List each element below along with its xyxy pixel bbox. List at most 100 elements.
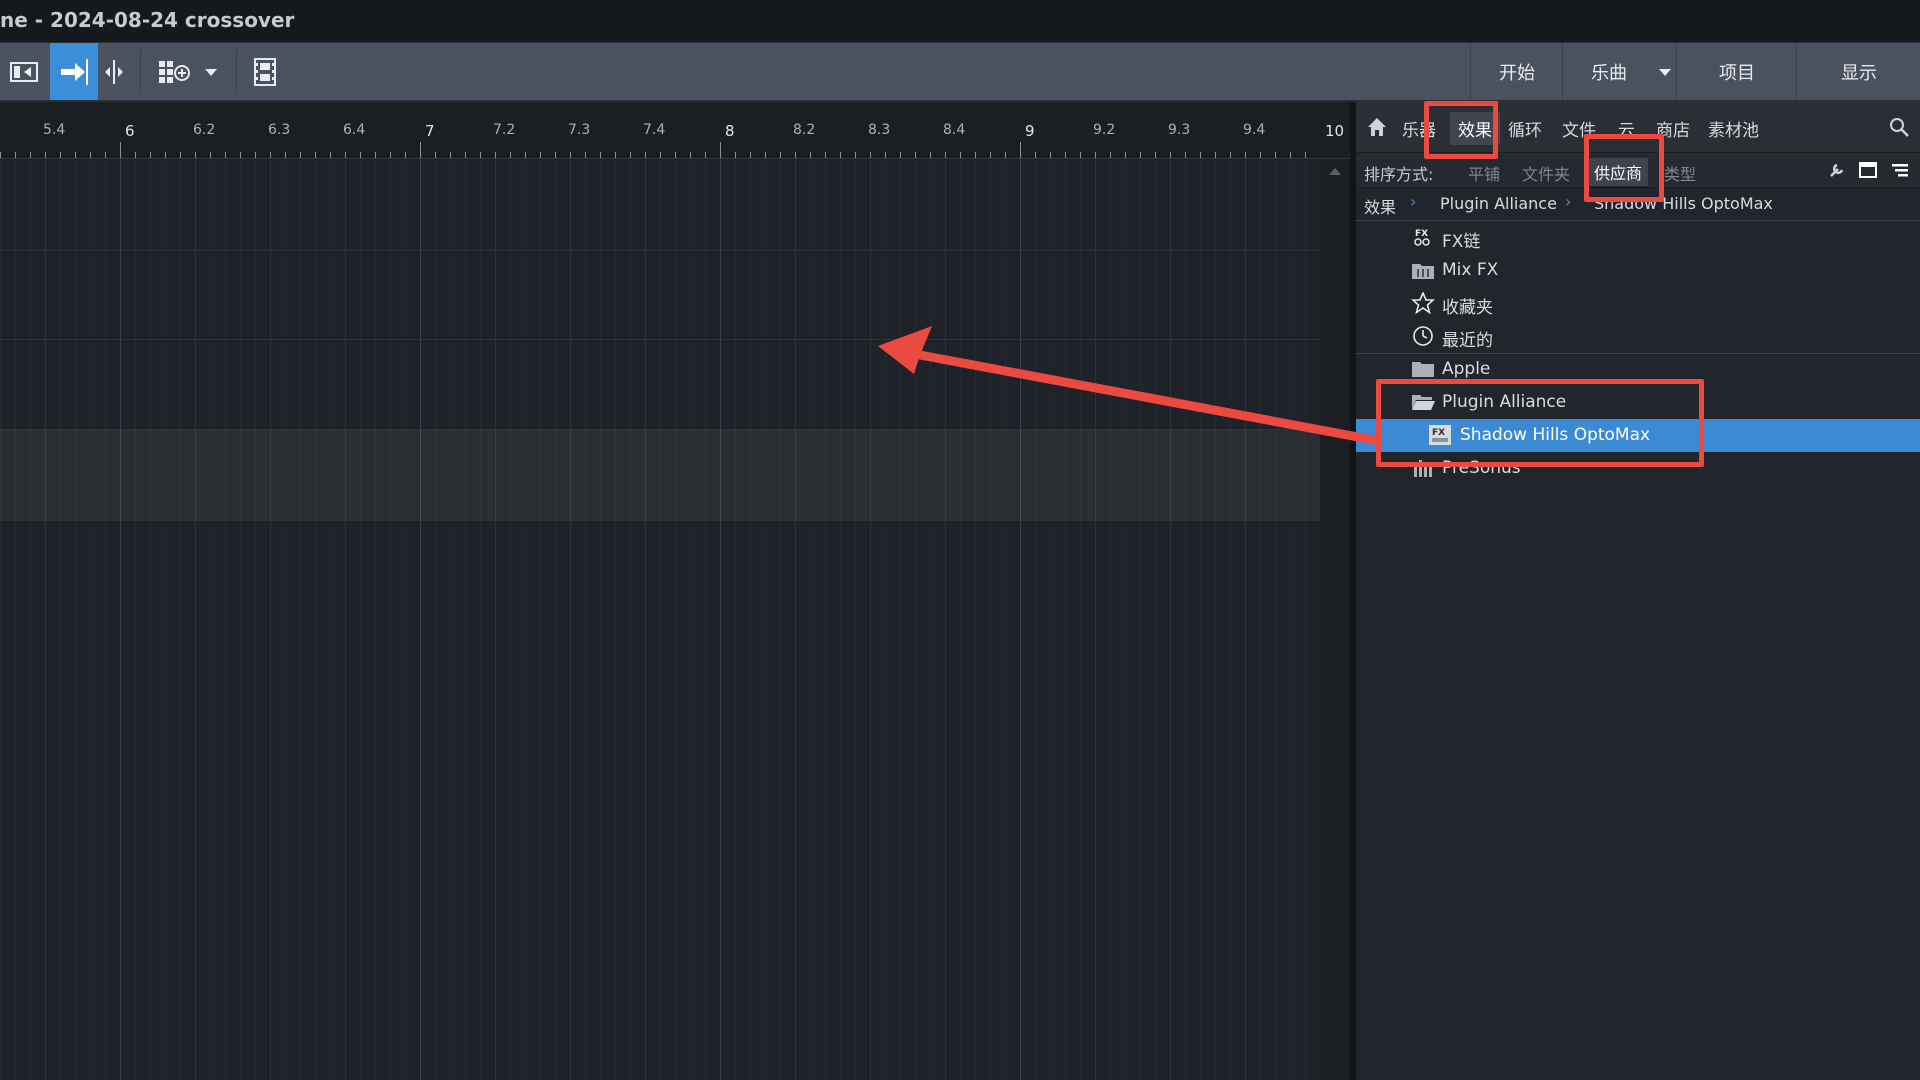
- track-list-button[interactable]: [0, 43, 48, 100]
- search-icon[interactable]: [1888, 116, 1910, 138]
- ruler-tick: [1140, 152, 1141, 158]
- song-dropdown-button[interactable]: [1654, 43, 1676, 100]
- sort-flat[interactable]: 平铺: [1468, 161, 1500, 185]
- window-title: ne - 2024-08-24 crossover: [0, 8, 295, 32]
- ruler-tick: [1230, 152, 1231, 158]
- window-icon[interactable]: [1858, 161, 1878, 179]
- tree-item-mix-fx[interactable]: Mix FX: [1356, 254, 1920, 287]
- ruler-tick: [1155, 152, 1156, 158]
- grid-line: [1140, 159, 1141, 1080]
- ruler-tick: [495, 152, 496, 158]
- tree-item-recent[interactable]: 最近的: [1356, 320, 1920, 354]
- sort-type[interactable]: 类型: [1664, 161, 1696, 185]
- grid-line: [405, 159, 406, 1080]
- title-bar: ne - 2024-08-24 crossover: [0, 0, 1920, 43]
- ruler-label: 10: [1325, 122, 1345, 140]
- sort-folder[interactable]: 文件夹: [1522, 161, 1570, 185]
- grid-line: [210, 159, 211, 1080]
- grid-line: [45, 159, 46, 1080]
- toolbar-separator: [140, 49, 141, 94]
- ruler-tick: [825, 152, 826, 158]
- home-icon[interactable]: [1366, 116, 1388, 138]
- ruler-tick: [210, 152, 211, 158]
- highlight-plugin-item: [1376, 379, 1704, 467]
- ruler-tick: [450, 152, 451, 158]
- breadcrumb-separator-icon: ›: [1565, 192, 1572, 211]
- ruler-tick: [855, 152, 856, 158]
- ruler-tick: [1005, 152, 1006, 158]
- grid-line: [675, 159, 676, 1080]
- grid-line: [1275, 159, 1276, 1080]
- grid-add-button[interactable]: [152, 43, 196, 100]
- grid-line: [705, 159, 706, 1080]
- video-button[interactable]: [248, 43, 282, 100]
- tree-item-favorites[interactable]: 收藏夹: [1356, 287, 1920, 320]
- folder-icon: [1412, 362, 1434, 377]
- ruler-tick: [1080, 152, 1081, 158]
- split-view-button[interactable]: [100, 43, 128, 100]
- vertical-scrollbar[interactable]: [1320, 159, 1350, 1080]
- nav-project-button[interactable]: 项目: [1676, 43, 1797, 100]
- breadcrumb-vendor[interactable]: Plugin Alliance: [1440, 194, 1557, 213]
- ruler-label: 9.4: [1243, 122, 1266, 138]
- grid-line: [300, 159, 301, 1080]
- grid-line: [645, 159, 646, 1080]
- film-strip-icon: [254, 57, 276, 86]
- ruler-tick: [570, 152, 571, 158]
- ruler-tick: [120, 142, 121, 158]
- arrange-view[interactable]: 5.4 6 6.2 6.3 6.4 7 7.2 7.3 7.4 8 8.2 8.3 8.4 9 9.2 9.3…: [0, 102, 1350, 1080]
- ruler-tick: [795, 152, 796, 158]
- grid-line: [690, 159, 691, 1080]
- grid-line: [1290, 159, 1291, 1080]
- grid-line: [945, 159, 946, 1080]
- ruler-tick: [840, 152, 841, 158]
- ruler-tick: [1125, 152, 1126, 158]
- grid-line: [1110, 159, 1111, 1080]
- track-grid[interactable]: [0, 159, 1350, 1080]
- timeline-ruler[interactable]: 5.4 6 6.2 6.3 6.4 7 7.2 7.3 7.4 8 8.2 8.3 8.4 9 9.2 9.3…: [0, 102, 1350, 159]
- grid-line: [1260, 159, 1261, 1080]
- breadcrumb-separator-icon: ›: [1410, 192, 1417, 211]
- ruler-tick: [0, 152, 1, 158]
- grid-line: [780, 159, 781, 1080]
- ruler-tick: [150, 152, 151, 158]
- ruler-tick: [225, 152, 226, 158]
- ruler-label: 8: [725, 122, 735, 140]
- grid-line: [1305, 159, 1306, 1080]
- grid-dropdown-button[interactable]: [198, 43, 224, 100]
- grid-line: [1245, 159, 1246, 1080]
- tree-item-label: Apple: [1442, 359, 1491, 379]
- grid-line: [615, 159, 616, 1080]
- grid-line: [165, 159, 166, 1080]
- grid-line: [180, 159, 181, 1080]
- ruler-tick: [135, 152, 136, 158]
- list-view-icon[interactable]: [1890, 161, 1910, 179]
- grid-add-icon: [159, 60, 190, 83]
- ruler-label: 7.3: [568, 122, 591, 138]
- toolbar: 开始 乐曲 项目 显示: [0, 43, 1920, 102]
- tab-loops[interactable]: 循环: [1508, 116, 1542, 141]
- snap-toggle-button[interactable]: [50, 43, 98, 100]
- ruler-tick: [1245, 152, 1246, 158]
- toolbar-separator: [236, 49, 237, 94]
- grid-line: [585, 159, 586, 1080]
- nav-song-button[interactable]: 乐曲: [1562, 43, 1655, 100]
- grid-line: [930, 159, 931, 1080]
- track-lane: [0, 339, 1320, 340]
- breadcrumb-effects[interactable]: 效果: [1364, 194, 1396, 218]
- grid-line: [285, 159, 286, 1080]
- nav-start-button[interactable]: 开始: [1470, 43, 1563, 100]
- ruler-tick: [750, 152, 751, 158]
- tree-item-fx-chain[interactable]: FX FX链: [1356, 221, 1920, 254]
- scroll-up-icon[interactable]: [1320, 161, 1350, 181]
- ruler-tick: [255, 152, 256, 158]
- nav-show-button[interactable]: 显示: [1796, 43, 1920, 100]
- grid-line: [390, 159, 391, 1080]
- ruler-tick: [1020, 142, 1021, 158]
- wrench-icon[interactable]: [1828, 161, 1846, 179]
- ruler-tick: [810, 152, 811, 158]
- ruler-label: 7.4: [643, 122, 666, 138]
- tab-pool[interactable]: 素材池: [1708, 116, 1759, 141]
- grid-line: [435, 159, 436, 1080]
- ruler-tick: [1215, 152, 1216, 158]
